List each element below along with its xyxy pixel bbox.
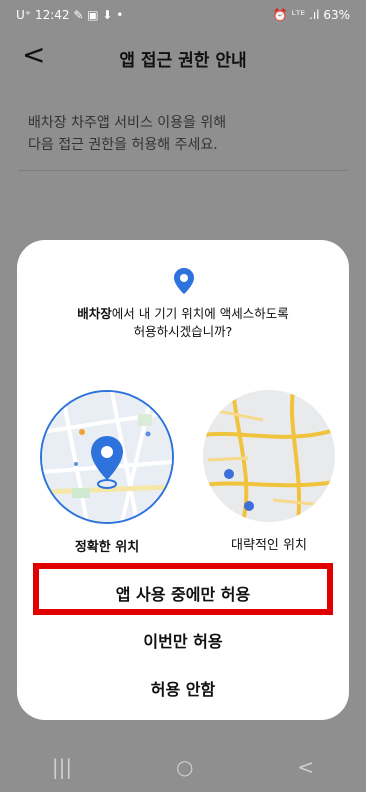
approximate-map-image [203, 390, 335, 522]
description-line-1: 배차장 차주앱 서비스 이용을 위해 [28, 115, 227, 131]
precise-map-image [42, 392, 172, 522]
prompt-text: 에서 내 기기 위치에 액세스하도록 [111, 306, 289, 321]
location-pin-icon [174, 268, 194, 294]
prompt-line-1: 배차장에서 내 기기 위치에 액세스하도록 [37, 305, 329, 323]
carrier-label: U⁺ [16, 8, 32, 22]
deny-button[interactable]: 허용 안함 [33, 670, 333, 710]
home-button[interactable]: ○ [176, 755, 193, 779]
precise-location-label: 정확한 위치 [74, 540, 140, 555]
permission-description: 배차장 차주앱 서비스 이용을 위해 다음 접근 권한을 허용해 주세요. [28, 112, 348, 156]
precise-location-option[interactable]: 정확한 위치 [37, 390, 177, 555]
status-bar: U⁺ 12:42 ✎ ▣ ⬇ • ⏰ ᴸᵀᴱ .ıl 63% [0, 0, 366, 30]
description-line-2: 다음 접근 권한을 허용해 주세요. [28, 137, 218, 153]
nav-back-button[interactable]: < [297, 755, 314, 779]
notification-icons: ✎ ▣ ⬇ • [73, 8, 124, 22]
status-right: ⏰ ᴸᵀᴱ .ıl 63% [273, 8, 350, 22]
battery-level: 63% [323, 8, 350, 22]
signal-icons: ⏰ ᴸᵀᴱ .ıl [272, 8, 320, 22]
allow-while-using-button[interactable]: 앱 사용 중에만 허용 [33, 563, 333, 615]
page-title: 앱 접근 권한 안내 [119, 50, 247, 71]
approximate-location-label: 대략적인 위치 [231, 538, 307, 553]
app-name: 배차장 [77, 306, 112, 321]
approximate-location-option[interactable]: 대략적인 위치 [199, 390, 339, 553]
permission-prompt: 배차장에서 내 기기 위치에 액세스하도록 허용하시겠습니까? [37, 305, 329, 341]
back-button[interactable]: < [22, 40, 45, 70]
status-left: U⁺ 12:42 ✎ ▣ ⬇ • [16, 8, 123, 22]
precise-map-preview [40, 390, 174, 524]
recent-apps-button[interactable]: ||| [52, 755, 72, 779]
approximate-map-preview [203, 390, 335, 522]
allow-once-button[interactable]: 이번만 허용 [33, 622, 333, 662]
status-time: 12:42 [34, 8, 70, 22]
app-header: < 앱 접근 권한 안내 [0, 30, 366, 86]
navigation-bar: ||| ○ < [0, 742, 366, 792]
prompt-line-2: 허용하시겠습니까? [133, 324, 233, 339]
divider [18, 170, 348, 171]
location-permission-dialog: 배차장에서 내 기기 위치에 액세스하도록 허용하시겠습니까? 정확한 위치 대… [17, 240, 349, 720]
